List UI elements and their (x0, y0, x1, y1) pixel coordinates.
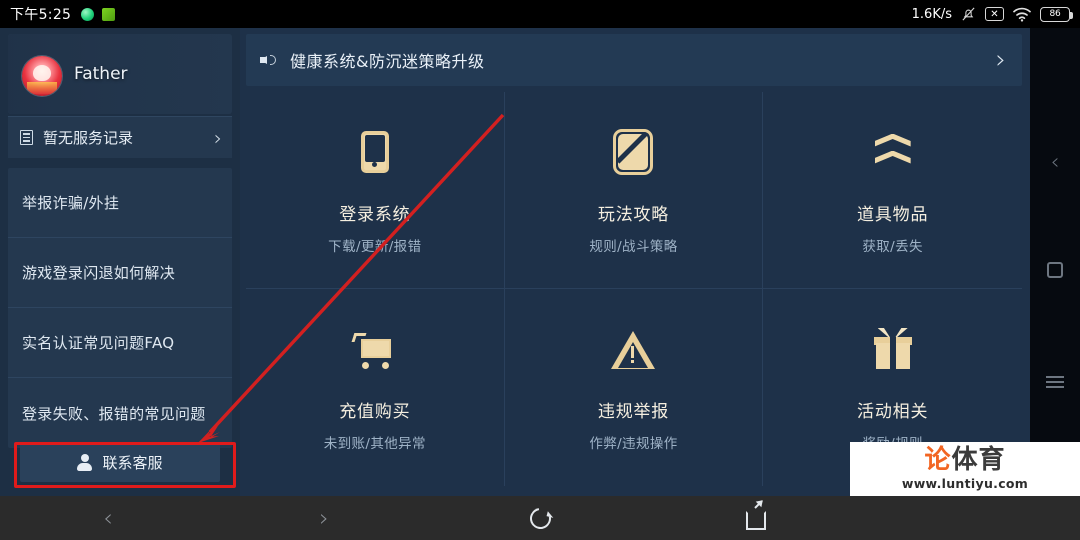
green-dot-icon (81, 7, 95, 21)
service-record-row[interactable]: 暂无服务记录 › (8, 116, 232, 158)
contact-support-button[interactable]: 联系客服 (20, 442, 220, 482)
category-items[interactable]: 道具物品 获取/丢失 (763, 92, 1022, 289)
chevron-right-icon: › (214, 125, 222, 150)
category-title: 充值购买 (339, 402, 411, 422)
back-chevron-icon[interactable]: ‹ (1030, 150, 1080, 175)
app-content: Father 暂无服务记录 › 举报诈骗/外挂 游戏登录闪退如何解决 实名认证常… (0, 28, 1030, 496)
profile-header[interactable]: Father (8, 34, 232, 114)
sidebar: Father 暂无服务记录 › 举报诈骗/外挂 游戏登录闪退如何解决 实名认证常… (0, 28, 240, 496)
x-box-icon: ✕ (985, 7, 1004, 21)
category-title: 道具物品 (857, 204, 929, 225)
sidebar-item-report-fraud[interactable]: 举报诈骗/外挂 (8, 168, 232, 238)
double-chevron-up-icon (867, 126, 919, 178)
sidebar-item-login-crash[interactable]: 游戏登录闪退如何解决 (8, 238, 232, 308)
watermark: 论 体育 www.luntiyu.com (850, 442, 1080, 496)
wifi-icon (1013, 7, 1031, 22)
nav-share-button[interactable] (648, 500, 864, 530)
category-title: 活动相关 (857, 402, 929, 422)
category-gameplay-guide[interactable]: 玩法攻略 规则/战斗策略 (504, 92, 764, 289)
watermark-url: www.luntiyu.com (901, 476, 1029, 491)
menu-lines-icon[interactable] (1030, 373, 1080, 391)
category-title: 登录系统 (339, 204, 411, 225)
gift-icon (867, 323, 919, 375)
nav-refresh-button[interactable] (432, 503, 648, 533)
green-square-icon (102, 7, 116, 21)
status-bar: 下午5:25 1.6K/s ✕ 86 (0, 0, 1080, 28)
category-subtitle: 作弊/违规操作 (589, 436, 678, 452)
warning-triangle-icon (607, 323, 659, 375)
phone-icon (349, 126, 401, 178)
watermark-brand-rest: 体育 (951, 445, 1006, 475)
browser-bottom-bar: ‹ › (0, 496, 1080, 540)
category-subtitle: 未到账/其他异常 (323, 436, 426, 452)
chevron-right-icon: › (995, 45, 1006, 75)
refresh-icon (525, 503, 555, 533)
battery-icon: 86 (1040, 6, 1073, 22)
nav-back-button[interactable]: ‹ (0, 504, 216, 532)
home-square-icon[interactable] (1030, 262, 1080, 278)
sidebar-menu: 举报诈骗/外挂 游戏登录闪退如何解决 实名认证常见问题FAQ 登录失败、报错的常… (8, 168, 232, 448)
notice-text: 健康系统&防沉迷策略升级 (290, 52, 485, 71)
sidebar-item-realname-faq[interactable]: 实名认证常见问题FAQ (8, 308, 232, 378)
person-icon (77, 454, 93, 471)
system-nav-bar-right: ‹ (1030, 28, 1080, 496)
main-panel: 健康系统&防沉迷策略升级 › 登录系统 下载/更新/报错 玩法攻略 规则/战斗策… (240, 28, 1030, 496)
document-list-icon (20, 130, 33, 145)
category-login-system[interactable]: 登录系统 下载/更新/报错 (246, 92, 505, 289)
service-record-label: 暂无服务记录 (43, 129, 134, 147)
category-title: 违规举报 (597, 402, 670, 422)
phone-screen: 下午5:25 1.6K/s ✕ 86 Father 暂无服务记录 › 举报诈骗/… (0, 0, 1080, 540)
category-subtitle: 规则/战斗策略 (589, 238, 678, 255)
notice-banner[interactable]: 健康系统&防沉迷策略升级 › (246, 34, 1022, 86)
speaker-icon (260, 52, 280, 68)
network-speed: 1.6K/s (911, 6, 952, 22)
category-grid: 登录系统 下载/更新/报错 玩法攻略 规则/战斗策略 道具物品 获取/丢失 充值… (246, 92, 1022, 486)
status-time: 下午5:25 (10, 7, 72, 23)
sidebar-item-login-failure[interactable]: 登录失败、报错的常见问题 (8, 378, 232, 448)
battery-level: 86 (1049, 9, 1061, 19)
category-recharge[interactable]: 充值购买 未到账/其他异常 (246, 289, 505, 486)
watermark-brand-accent: 论 (924, 445, 952, 475)
document-pen-icon (607, 126, 659, 178)
avatar[interactable] (22, 56, 62, 96)
nav-forward-button[interactable]: › (216, 504, 432, 532)
category-subtitle: 获取/丢失 (862, 238, 923, 255)
profile-name: Father (74, 64, 128, 84)
share-icon (746, 500, 766, 530)
contact-support-label: 联系客服 (102, 453, 163, 472)
category-title: 玩法攻略 (597, 204, 670, 225)
bell-muted-icon (962, 7, 975, 21)
category-subtitle: 下载/更新/报错 (328, 238, 422, 255)
category-violation-report[interactable]: 违规举报 作弊/违规操作 (505, 289, 764, 486)
shopping-cart-icon (349, 323, 401, 375)
